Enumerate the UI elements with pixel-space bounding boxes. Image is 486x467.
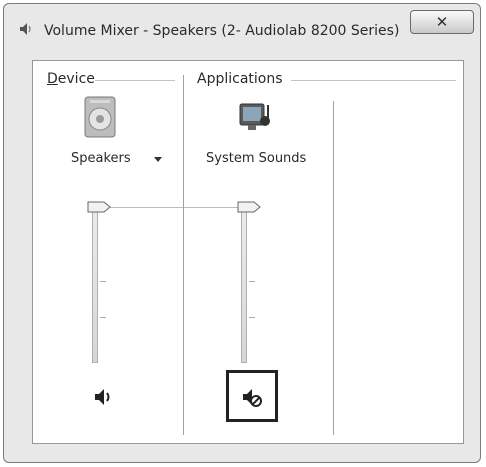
- device-label-rest: evice: [57, 71, 95, 87]
- device-dropdown-arrow-icon[interactable]: [154, 157, 162, 162]
- system-sounds-volume-track[interactable]: [241, 203, 247, 363]
- volume-mixer-window: Volume Mixer - Speakers (2- Audiolab 820…: [3, 3, 481, 463]
- app-name-system-sounds: System Sounds: [206, 151, 307, 166]
- speaker-icon: [20, 23, 31, 35]
- close-button[interactable]: ✕: [410, 10, 474, 34]
- speakers-device-icon[interactable]: [82, 95, 118, 139]
- system-sounds-volume-tick: [249, 281, 255, 282]
- title-bar[interactable]: Volume Mixer - Speakers (2- Audiolab 820…: [4, 4, 480, 50]
- device-volume-tick: [100, 281, 106, 282]
- device-volume-track[interactable]: [92, 203, 98, 363]
- system-sounds-muted-speaker-icon[interactable]: [238, 383, 266, 411]
- system-sounds-volume-tick: [249, 317, 255, 318]
- device-speaker-icon[interactable]: [89, 383, 117, 411]
- device-label-mnemonic: D: [47, 71, 58, 87]
- device-volume-tick: [100, 317, 106, 318]
- column-separator: [333, 101, 334, 435]
- system-sounds-volume-slider[interactable]: [237, 201, 261, 213]
- column-separator: [183, 75, 184, 435]
- volume-link-line: [110, 207, 248, 208]
- device-name[interactable]: Speakers: [71, 151, 131, 166]
- system-sounds-icon: [239, 103, 270, 130]
- device-group-line: [95, 80, 175, 81]
- close-icon: ✕: [435, 13, 449, 31]
- window-title: Volume Mixer - Speakers (2- Audiolab 820…: [44, 23, 400, 39]
- applications-group-line: [291, 80, 456, 81]
- device-group-label: Device: [47, 71, 95, 87]
- applications-group-label: Applications: [197, 71, 283, 87]
- mixer-panel: Device Speakers Applications System Soun…: [32, 60, 464, 444]
- device-volume-slider[interactable]: [87, 201, 111, 213]
